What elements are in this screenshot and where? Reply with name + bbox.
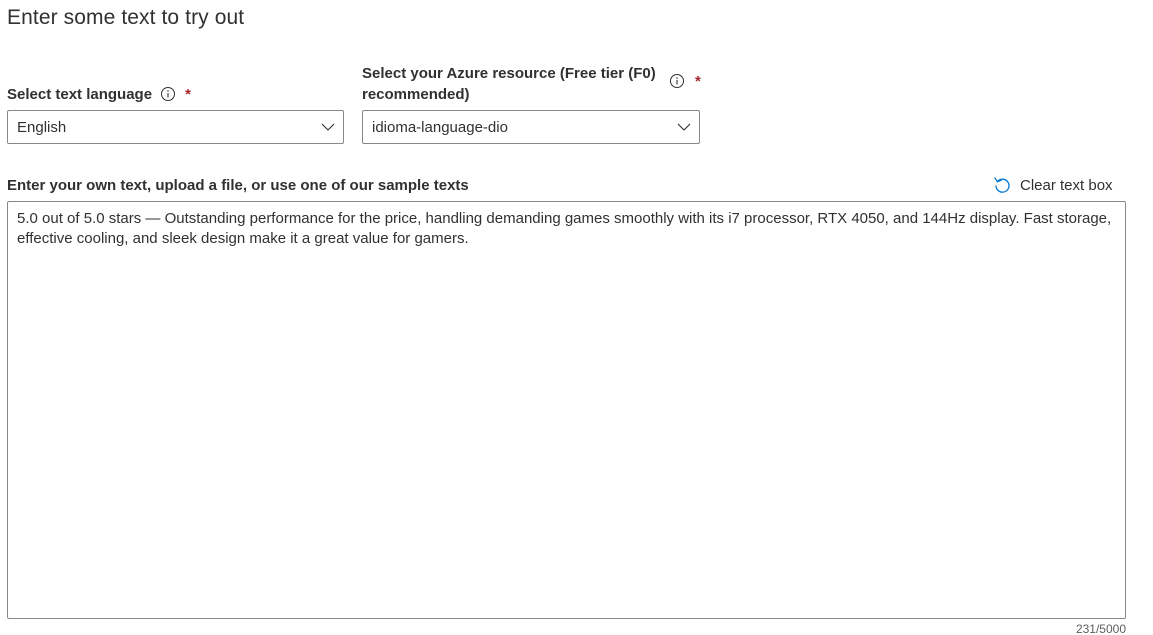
- text-input-label: Enter your own text, upload a file, or u…: [7, 177, 469, 194]
- info-icon[interactable]: [669, 73, 685, 89]
- info-icon[interactable]: [160, 86, 176, 102]
- language-label-row: Select text language *: [7, 84, 191, 105]
- resource-label-line2: recommended): [362, 86, 470, 103]
- language-label: Select text language: [7, 86, 153, 103]
- clear-text-box-button[interactable]: Clear text box: [992, 175, 1113, 195]
- resource-label-row: Select your Azure resource (Free tier (F…: [362, 63, 707, 105]
- page-title: Enter some text to try out: [7, 6, 245, 29]
- required-marker: *: [695, 73, 701, 90]
- chevron-down-icon: [321, 120, 335, 134]
- text-input-area[interactable]: 5.0 out of 5.0 stars — Outstanding perfo…: [7, 201, 1126, 619]
- page: Enter some text to try out Select text l…: [0, 0, 1153, 635]
- language-field: Select text language *: [7, 84, 191, 105]
- chevron-down-icon: [677, 120, 691, 134]
- language-dropdown[interactable]: English: [7, 110, 344, 144]
- undo-icon: [994, 177, 1010, 193]
- resource-field: Select your Azure resource (Free tier (F…: [362, 63, 707, 105]
- language-selected-value: English: [17, 118, 67, 136]
- required-marker: *: [185, 86, 191, 103]
- clear-text-box-label: Clear text box: [1020, 176, 1113, 194]
- resource-label: Select your Azure resource (Free tier (F…: [362, 63, 660, 105]
- resource-label-line1: Select your Azure resource (Free tier (F…: [362, 65, 656, 82]
- resource-dropdown[interactable]: idioma-language-dio: [362, 110, 700, 144]
- character-counter: 231/5000: [1075, 622, 1126, 635]
- resource-selected-value: idioma-language-dio: [372, 118, 508, 136]
